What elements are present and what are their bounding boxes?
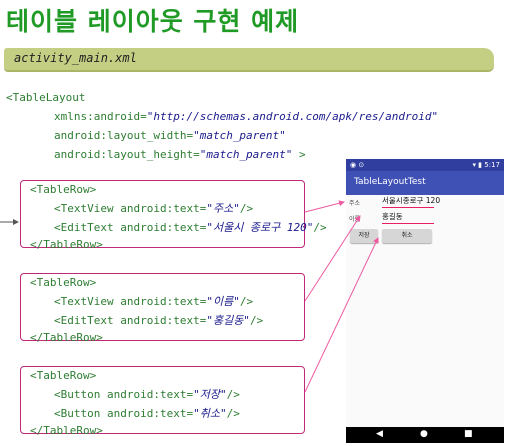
row3-arrow bbox=[304, 237, 379, 393]
connector-arrows bbox=[0, 200, 379, 393]
row2-arrow bbox=[304, 215, 361, 302]
row1-arrow bbox=[304, 200, 345, 213]
